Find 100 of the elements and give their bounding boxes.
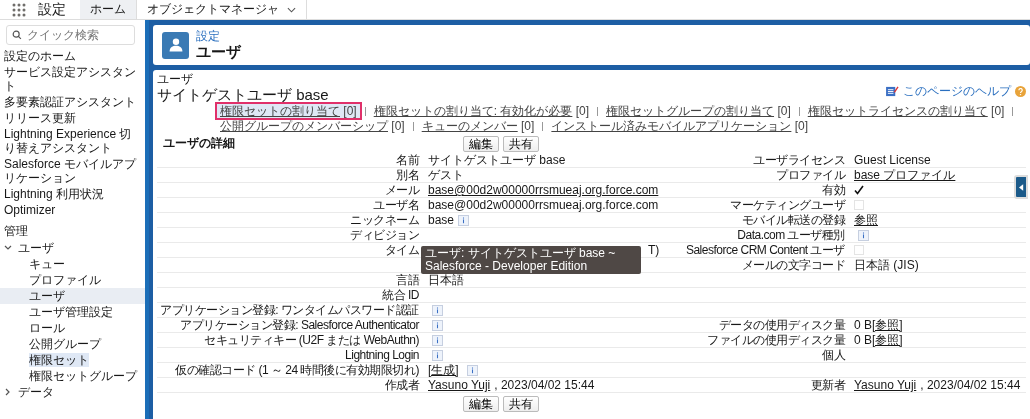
field-label: 個人 xyxy=(822,348,845,362)
action-button[interactable]: 共有 xyxy=(503,135,539,152)
field-label: Data.com ユーザ種別 xyxy=(737,228,845,242)
field-link[interactable]: Yasuno Yuji xyxy=(854,378,917,392)
field-value: ゲスト xyxy=(428,168,464,182)
field-label: メール xyxy=(384,183,419,197)
related-list-link[interactable]: インストール済みモバイルアプリケーション [0] xyxy=(548,119,812,133)
sidebar-item[interactable]: サービス設定アシスタント xyxy=(0,64,145,94)
info-icon[interactable] xyxy=(466,364,478,376)
help-icon[interactable] xyxy=(1015,85,1026,97)
field-label: ディビジョン xyxy=(350,228,419,242)
sidebar-item[interactable]: ユーザ管理設定 xyxy=(0,304,145,320)
tooltip: ユーザ: サイトゲストユーザ base ~ Salesforce - Developer Edition xyxy=(421,246,641,274)
field-value: サイトゲストユーザ base xyxy=(428,153,566,167)
record-title: サイトゲストユーザ base xyxy=(157,86,329,103)
field-value: 0 B xyxy=(854,318,872,332)
info-icon[interactable] xyxy=(432,334,443,346)
nav-tab[interactable]: オブジェクトマネージャ xyxy=(137,0,307,19)
field-link[interactable]: [参照] xyxy=(872,318,903,332)
breadcrumb-link[interactable]: 設定 xyxy=(196,29,241,43)
chevron-down-icon xyxy=(287,6,296,13)
field-label: ニックネーム xyxy=(350,213,419,227)
field-value: base xyxy=(428,213,455,227)
field-label: ファイルの使用ディスク量 xyxy=(707,333,845,347)
field-label: マーケティングユーザ xyxy=(730,198,845,212)
field-label: 有効 xyxy=(822,183,845,197)
field-label: アプリケーション登録: ワンタイムパスワード認証 xyxy=(160,303,419,317)
chevron-icon[interactable] xyxy=(4,244,12,252)
field-label: アプリケーション登録: Salesforce Authenticator xyxy=(180,318,419,332)
sidebar-item[interactable]: 権限セット xyxy=(0,352,145,368)
field-label: セキュリティキー (U2F または WebAuthn) xyxy=(204,333,419,347)
field-link[interactable]: [生成] xyxy=(428,363,459,377)
quick-search-field[interactable]: クイック検索 xyxy=(6,25,135,45)
field-label: 仮の確認コード (1 ～ 24 時間後に有効期限切れ) xyxy=(175,363,419,377)
field-value: T) xyxy=(648,243,660,257)
help-page-icon xyxy=(886,85,899,97)
field-label: モバイル転送の登録 xyxy=(741,213,845,227)
field-label: ユーザライセンス xyxy=(753,153,845,167)
field-label: ユーザ名 xyxy=(373,198,419,212)
sidebar-item[interactable]: リリース更新 xyxy=(0,110,145,126)
action-button[interactable]: 編集 xyxy=(463,135,499,152)
panel-toggle-button[interactable] xyxy=(1014,175,1028,199)
related-list-link[interactable]: キューのメンバー [0] xyxy=(418,119,538,133)
info-icon[interactable] xyxy=(432,304,443,316)
action-button[interactable]: 共有 xyxy=(503,396,539,412)
info-icon[interactable] xyxy=(432,349,443,361)
field-label: 別名 xyxy=(396,168,419,182)
related-list-link[interactable]: 権限セットグループの割り当て [0] xyxy=(603,104,794,118)
action-button[interactable]: 編集 xyxy=(463,396,499,412)
field-label: Salesforce CRM Content ユーザ xyxy=(685,243,845,257)
field-label: タイム xyxy=(384,243,419,257)
sidebar-folder[interactable]: ユーザ xyxy=(18,241,54,255)
help-link[interactable]: このページのヘルプ xyxy=(903,82,1011,100)
field-link[interactable]: [参照] xyxy=(872,333,903,347)
field-link[interactable]: base@00d2w00000rrsmueaj.org.force.com xyxy=(428,183,659,197)
sidebar-item[interactable]: 設定のホーム xyxy=(0,48,145,64)
object-label: ユーザ xyxy=(157,73,194,86)
field-label: 名前 xyxy=(396,153,419,167)
section-title: ユーザの詳細 xyxy=(163,135,236,152)
sidebar-item[interactable]: Lightning Experience 切り替えアシスタント xyxy=(0,126,145,156)
field-label: プロファイル xyxy=(776,168,845,182)
field-label: 言語 xyxy=(396,273,419,287)
app-launcher-icon[interactable] xyxy=(12,2,26,17)
sidebar-item[interactable]: Optimizer xyxy=(0,202,145,218)
field-value: , 2023/04/02 15:44 xyxy=(494,378,595,392)
field-link[interactable]: base プロファイル xyxy=(854,168,956,182)
sidebar-item[interactable]: 権限セットグループ xyxy=(0,368,145,384)
nav-tab[interactable]: ホーム xyxy=(80,0,137,19)
field-value: 日本語 (JIS) xyxy=(854,258,919,272)
info-icon[interactable] xyxy=(458,214,470,226)
sidebar-item[interactable]: ロール xyxy=(0,320,145,336)
related-list-link[interactable]: 権限セットの割り当て: 有効化が必要 [0] xyxy=(370,104,593,118)
field-label: 作成者 xyxy=(384,378,419,392)
field-value: 0 B xyxy=(854,333,872,347)
field-label: Lightning Login xyxy=(345,348,419,362)
field-link[interactable]: Yasuno Yuji xyxy=(428,378,491,392)
sidebar-heading: 管理 xyxy=(3,223,29,240)
sidebar-item[interactable]: 多要素認証アシスタント xyxy=(0,94,145,110)
sidebar-item[interactable]: プロファイル xyxy=(0,272,145,288)
sidebar-item[interactable]: Lightning 利用状況 xyxy=(0,186,145,202)
page-title: ユーザ xyxy=(196,42,241,61)
triangle-left-icon xyxy=(1018,183,1024,191)
chevron-icon[interactable] xyxy=(4,388,12,396)
sidebar-folder[interactable]: データ xyxy=(18,385,54,399)
sidebar-item[interactable]: キュー xyxy=(0,256,145,272)
related-list-link[interactable]: 権限セットの割り当て [0] xyxy=(217,104,360,118)
related-list-link[interactable]: 公開グループのメンバーシップ [0] xyxy=(217,119,408,133)
field-label: データの使用ディスク量 xyxy=(718,318,845,332)
user-icon xyxy=(162,31,189,59)
sidebar-item[interactable]: ユーザ xyxy=(0,288,145,304)
field-value: Guest License xyxy=(854,153,931,167)
related-list-link[interactable]: 権限セットライセンスの割り当て [0] xyxy=(804,104,1008,118)
field-link[interactable]: 参照 xyxy=(854,213,878,227)
field-label: 更新者 xyxy=(810,378,845,392)
info-icon[interactable] xyxy=(432,319,443,331)
sidebar-item[interactable]: Salesforce モバイルアプリケーション xyxy=(0,156,145,186)
field-label: メールの文字コード xyxy=(741,258,845,272)
info-icon[interactable] xyxy=(858,229,869,241)
sidebar-item[interactable]: 公開グループ xyxy=(0,336,145,352)
field-value: , 2023/04/02 15:44 xyxy=(920,378,1021,392)
